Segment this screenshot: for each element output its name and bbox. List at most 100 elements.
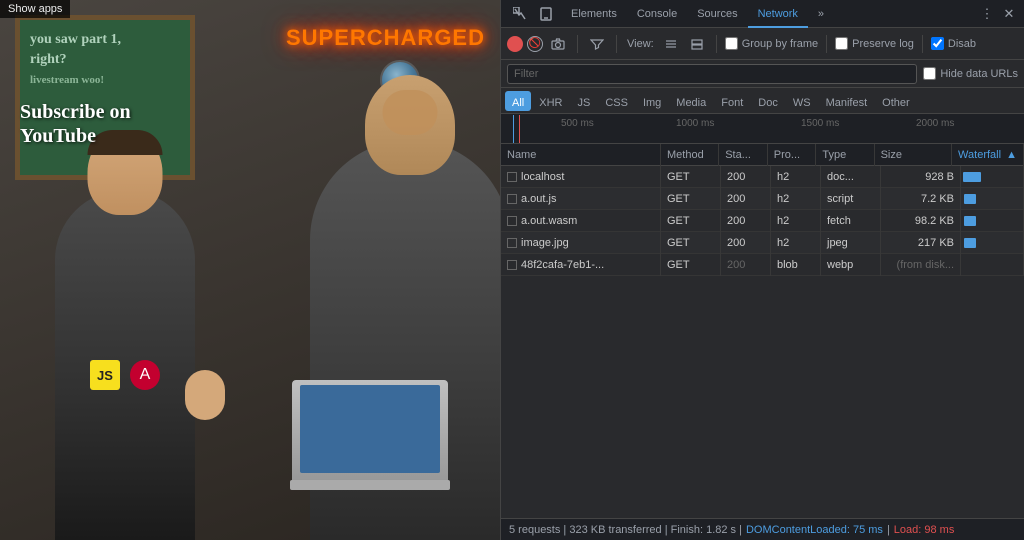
td-method-blob: GET — [661, 254, 721, 276]
requests-text: 5 requests | 323 KB transferred | Finish… — [509, 524, 742, 536]
timeline-mark-1500: 1500 ms — [801, 118, 839, 129]
td-status-aoutwasm: 200 — [721, 210, 771, 232]
show-apps-button[interactable]: Show apps — [0, 0, 70, 18]
preserve-log-text: Preserve log — [852, 38, 914, 50]
inspect-icon[interactable] — [509, 3, 531, 25]
group-by-frame-checkbox[interactable] — [725, 37, 738, 50]
hide-data-urls-text: Hide data URLs — [940, 68, 1018, 80]
filter-icon[interactable] — [586, 33, 608, 55]
type-tab-ws[interactable]: WS — [786, 91, 818, 111]
table-row[interactable]: 48f2cafa-7eb1-... GET 200 blob webp (fro… — [501, 254, 1024, 276]
tab-more[interactable]: » — [808, 0, 834, 28]
th-type[interactable]: Type — [816, 144, 874, 166]
row-checkbox — [507, 238, 517, 248]
subscribe-overlay: Subscribe on YouTube — [20, 100, 131, 148]
filter-bar: Hide data URLs — [501, 60, 1024, 88]
td-proto-blob: blob — [771, 254, 821, 276]
th-method[interactable]: Method — [661, 144, 719, 166]
chalkboard-subtext: livestream woo! — [30, 73, 180, 88]
hide-data-urls-checkbox[interactable] — [923, 67, 936, 80]
table-row[interactable]: a.out.wasm GET 200 h2 fetch 98.2 KB — [501, 210, 1024, 232]
td-type-aoutjs: script — [821, 188, 881, 210]
type-tab-xhr[interactable]: XHR — [532, 91, 569, 111]
view-list-icon[interactable] — [660, 33, 682, 55]
toolbar-separator-3 — [716, 35, 717, 53]
td-name-blob: 48f2cafa-7eb1-... — [501, 254, 661, 276]
td-proto-localhost: h2 — [771, 166, 821, 188]
td-status-aoutjs: 200 — [721, 188, 771, 210]
disable-cache-label[interactable]: Disab — [931, 37, 976, 50]
hide-data-urls-label[interactable]: Hide data URLs — [923, 67, 1018, 80]
tab-sources[interactable]: Sources — [687, 0, 747, 28]
td-type-localhost: doc... — [821, 166, 881, 188]
table-row[interactable]: image.jpg GET 200 h2 jpeg 217 KB — [501, 232, 1024, 254]
th-size[interactable]: Size — [875, 144, 952, 166]
disable-cache-text: Disab — [948, 38, 976, 50]
view-label: View: — [627, 38, 654, 50]
tab-console[interactable]: Console — [627, 0, 687, 28]
view-compact-icon[interactable] — [686, 33, 708, 55]
load-time-text: Load: 98 ms — [894, 524, 955, 536]
devtools-close-button[interactable]: ✕ — [998, 3, 1020, 25]
type-tab-font[interactable]: Font — [714, 91, 750, 111]
timeline-dom-line — [513, 115, 514, 143]
type-tab-css[interactable]: CSS — [598, 91, 635, 111]
disable-cache-checkbox[interactable] — [931, 37, 944, 50]
device-icon[interactable] — [535, 3, 557, 25]
td-size-blob: (from disk... — [881, 254, 961, 276]
th-status[interactable]: Sta... — [719, 144, 768, 166]
waterfall-bar — [964, 216, 976, 226]
status-bar: 5 requests | 323 KB transferred | Finish… — [501, 518, 1024, 540]
th-protocol[interactable]: Pro... — [768, 144, 817, 166]
show-apps-label: Show apps — [8, 3, 62, 15]
group-by-frame-label[interactable]: Group by frame — [725, 37, 818, 50]
td-status-imagejpg: 200 — [721, 232, 771, 254]
devtools-more-button[interactable]: ⋮ — [976, 3, 998, 25]
type-filter-tabs: All XHR JS CSS Img Media Font Doc WS Man… — [501, 88, 1024, 114]
waterfall-bar — [964, 238, 976, 248]
preserve-log-label[interactable]: Preserve log — [835, 37, 914, 50]
network-requests-table[interactable]: Name Method Sta... Pro... Type Size Wate… — [501, 144, 1024, 518]
type-tab-other[interactable]: Other — [875, 91, 917, 111]
camera-icon[interactable] — [547, 33, 569, 55]
type-tab-all[interactable]: All — [505, 91, 531, 111]
td-waterfall-imagejpg — [961, 232, 1024, 254]
record-button[interactable] — [507, 36, 523, 52]
laptop-lid — [292, 380, 448, 480]
td-method-imagejpg: GET — [661, 232, 721, 254]
video-area: you saw part 1,right? livestream woo! SU… — [0, 0, 500, 540]
type-tab-js[interactable]: JS — [570, 91, 597, 111]
toolbar-separator-2 — [616, 35, 617, 53]
type-tab-media[interactable]: Media — [669, 91, 713, 111]
type-tab-manifest[interactable]: Manifest — [819, 91, 875, 111]
row-checkbox — [507, 216, 517, 226]
clear-button[interactable]: 🚫 — [527, 36, 543, 52]
td-status-localhost: 200 — [721, 166, 771, 188]
person-left-hand — [185, 370, 225, 420]
dom-content-loaded-text: DOMContentLoaded: 75 ms — [746, 524, 883, 536]
person-right-hand-on-face — [383, 90, 438, 135]
laptop-base — [290, 480, 450, 490]
table-row[interactable]: localhost GET 200 h2 doc... 928 B — [501, 166, 1024, 188]
td-name-aoutjs: a.out.js — [501, 188, 661, 210]
laptop-screen — [300, 385, 440, 473]
td-waterfall-aoutjs — [961, 188, 1024, 210]
td-type-aoutwasm: fetch — [821, 210, 881, 232]
group-by-frame-text: Group by frame — [742, 38, 818, 50]
th-name[interactable]: Name — [501, 144, 661, 166]
type-tab-doc[interactable]: Doc — [751, 91, 785, 111]
td-name-localhost: localhost — [501, 166, 661, 188]
filter-input[interactable] — [507, 64, 917, 84]
td-size-imagejpg: 217 KB — [881, 232, 961, 254]
toolbar-separator-1 — [577, 35, 578, 53]
neon-sign: SUPERCHARGED — [286, 25, 485, 51]
table-row[interactable]: a.out.js GET 200 h2 script 7.2 KB — [501, 188, 1024, 210]
tab-elements[interactable]: Elements — [561, 0, 627, 28]
th-waterfall[interactable]: Waterfall ▲ — [952, 144, 1024, 166]
td-size-localhost: 928 B — [881, 166, 961, 188]
preserve-log-checkbox[interactable] — [835, 37, 848, 50]
tab-network[interactable]: Network — [748, 0, 808, 28]
js-badge: JS — [90, 360, 120, 390]
type-tab-img[interactable]: Img — [636, 91, 668, 111]
timeline-mark-500: 500 ms — [561, 118, 594, 129]
